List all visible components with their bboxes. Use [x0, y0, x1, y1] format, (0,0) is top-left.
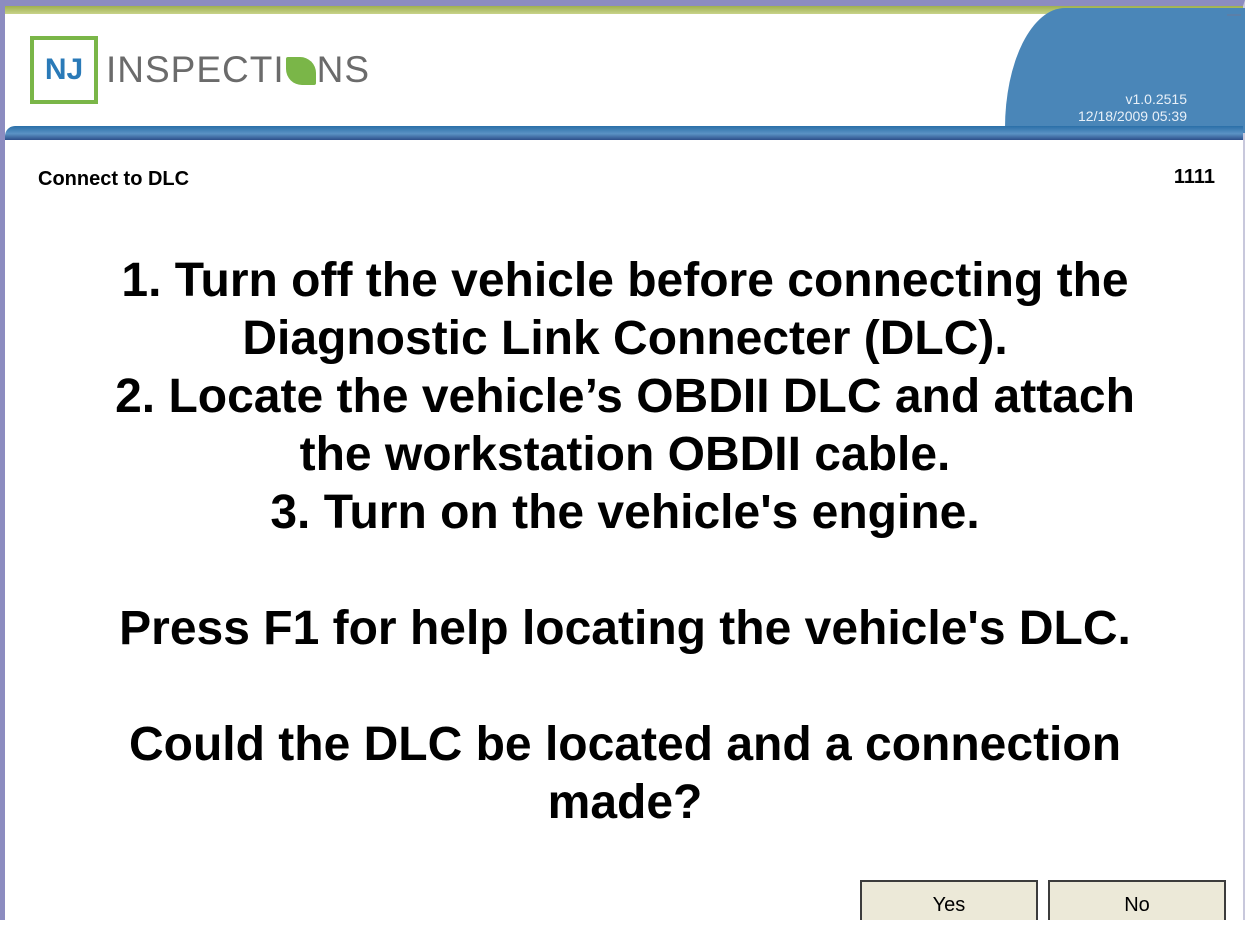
version-number: v1.0.2515 [1125, 91, 1188, 107]
help-text: Press F1 for help locating the vehicle's… [119, 602, 1131, 655]
leaf-icon [285, 57, 316, 85]
version-info: v1.0.2515 12/18/2009 05:39 [1078, 91, 1187, 125]
instruction-line: Diagnostic Link Connecter (DLC). [242, 312, 1008, 365]
logo-prefix: NJ [44, 53, 84, 86]
logo-nj-box: NJ [30, 36, 98, 104]
question-line: Could the DLC be located and a connectio… [128, 718, 1122, 771]
version-datetime: 12/18/2009 05:39 [1078, 108, 1187, 124]
instruction-line: 3. Turn on the vehicle's engine. [270, 486, 980, 539]
logo-word-start: INSPECTI [106, 49, 285, 90]
instruction-line: the workstation OBDII cable. [299, 428, 951, 481]
instruction-message: 1. Turn off the vehicle before connectin… [30, 252, 1220, 832]
logo-word-end: NS [316, 49, 371, 90]
logo-wordmark: INSPECTI NS [106, 49, 370, 91]
no-button[interactable]: No [1048, 880, 1226, 920]
instruction-line: 2. Locate the vehicle’s OBDII DLC and at… [115, 370, 1135, 423]
instruction-line: 1. Turn off the vehicle before connectin… [121, 254, 1129, 307]
header-divider [5, 126, 1243, 140]
screen-title: Connect to DLC [38, 168, 190, 190]
window-corner-mark [1227, 14, 1241, 16]
nj-inspections-logo: NJ INSPECTI NS [30, 36, 370, 104]
yes-button[interactable]: Yes [860, 880, 1038, 920]
screen-code: 1111 [1173, 166, 1215, 188]
question-line: made? [547, 776, 703, 829]
